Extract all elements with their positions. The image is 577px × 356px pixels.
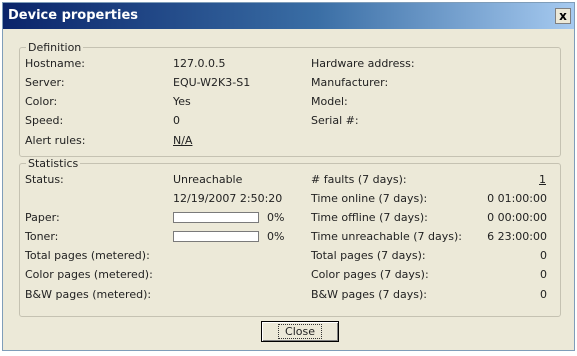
color-pages-metered-label: Color pages (metered): [25,268,153,281]
total-pages-metered-label: Total pages (metered): [25,249,150,262]
speed-value: 0 [173,114,180,127]
status-value: Unreachable [173,173,243,186]
serial-label: Serial #: [311,114,359,127]
definition-legend: Definition [28,41,82,54]
time-offline-label: Time offline (7 days): [311,211,428,224]
time-unreachable-value: 6 23:00:00 [487,230,547,243]
paper-level-bar [173,212,259,223]
color-pages-label: Color pages (7 days): [311,268,429,281]
status-timestamp: 12/19/2007 2:50:20 [173,192,283,205]
paper-label: Paper: [25,211,60,224]
time-offline-value: 0 00:00:00 [487,211,547,224]
toner-level-bar [173,231,259,242]
color-pages-value: 0 [540,268,547,281]
window-title: Device properties [8,8,138,23]
hostname-value: 127.0.0.5 [173,57,226,70]
hardware-address-label: Hardware address: [311,57,415,70]
window-close-button[interactable]: x [555,8,571,24]
bw-pages-metered-label: B&W pages (metered): [25,288,152,301]
total-pages-label: Total pages (7 days): [311,249,426,262]
model-label: Model: [311,95,348,108]
bw-pages-value: 0 [540,288,547,301]
color-label: Color: [25,95,58,108]
toner-percent: 0% [267,230,285,243]
total-pages-value: 0 [540,249,547,262]
alert-rules-link[interactable]: N/A [173,134,192,147]
alert-rules-label: Alert rules: [25,134,86,147]
color-value: Yes [173,95,191,108]
server-label: Server: [25,76,65,89]
device-properties-window: Device properties x Definition Hostname:… [2,2,575,351]
title-bar[interactable]: Device properties x [3,3,574,29]
time-online-value: 0 01:00:00 [487,192,547,205]
toner-label: Toner: [25,230,59,243]
server-value: EQU-W2K3-S1 [173,76,251,89]
definition-group: Definition [19,41,561,157]
time-unreachable-label: Time unreachable (7 days): [311,230,462,243]
faults-label: # faults (7 days): [311,173,407,186]
manufacturer-label: Manufacturer: [311,76,389,89]
statistics-legend: Statistics [28,157,79,170]
close-button-label: Close [278,324,322,339]
paper-percent: 0% [267,211,285,224]
hostname-label: Hostname: [25,57,85,70]
bw-pages-label: B&W pages (7 days): [311,288,427,301]
status-label: Status: [25,173,64,186]
time-online-label: Time online (7 days): [311,192,428,205]
faults-value-link[interactable]: 1 [539,173,546,186]
speed-label: Speed: [25,114,64,127]
close-button[interactable]: Close [261,321,339,342]
